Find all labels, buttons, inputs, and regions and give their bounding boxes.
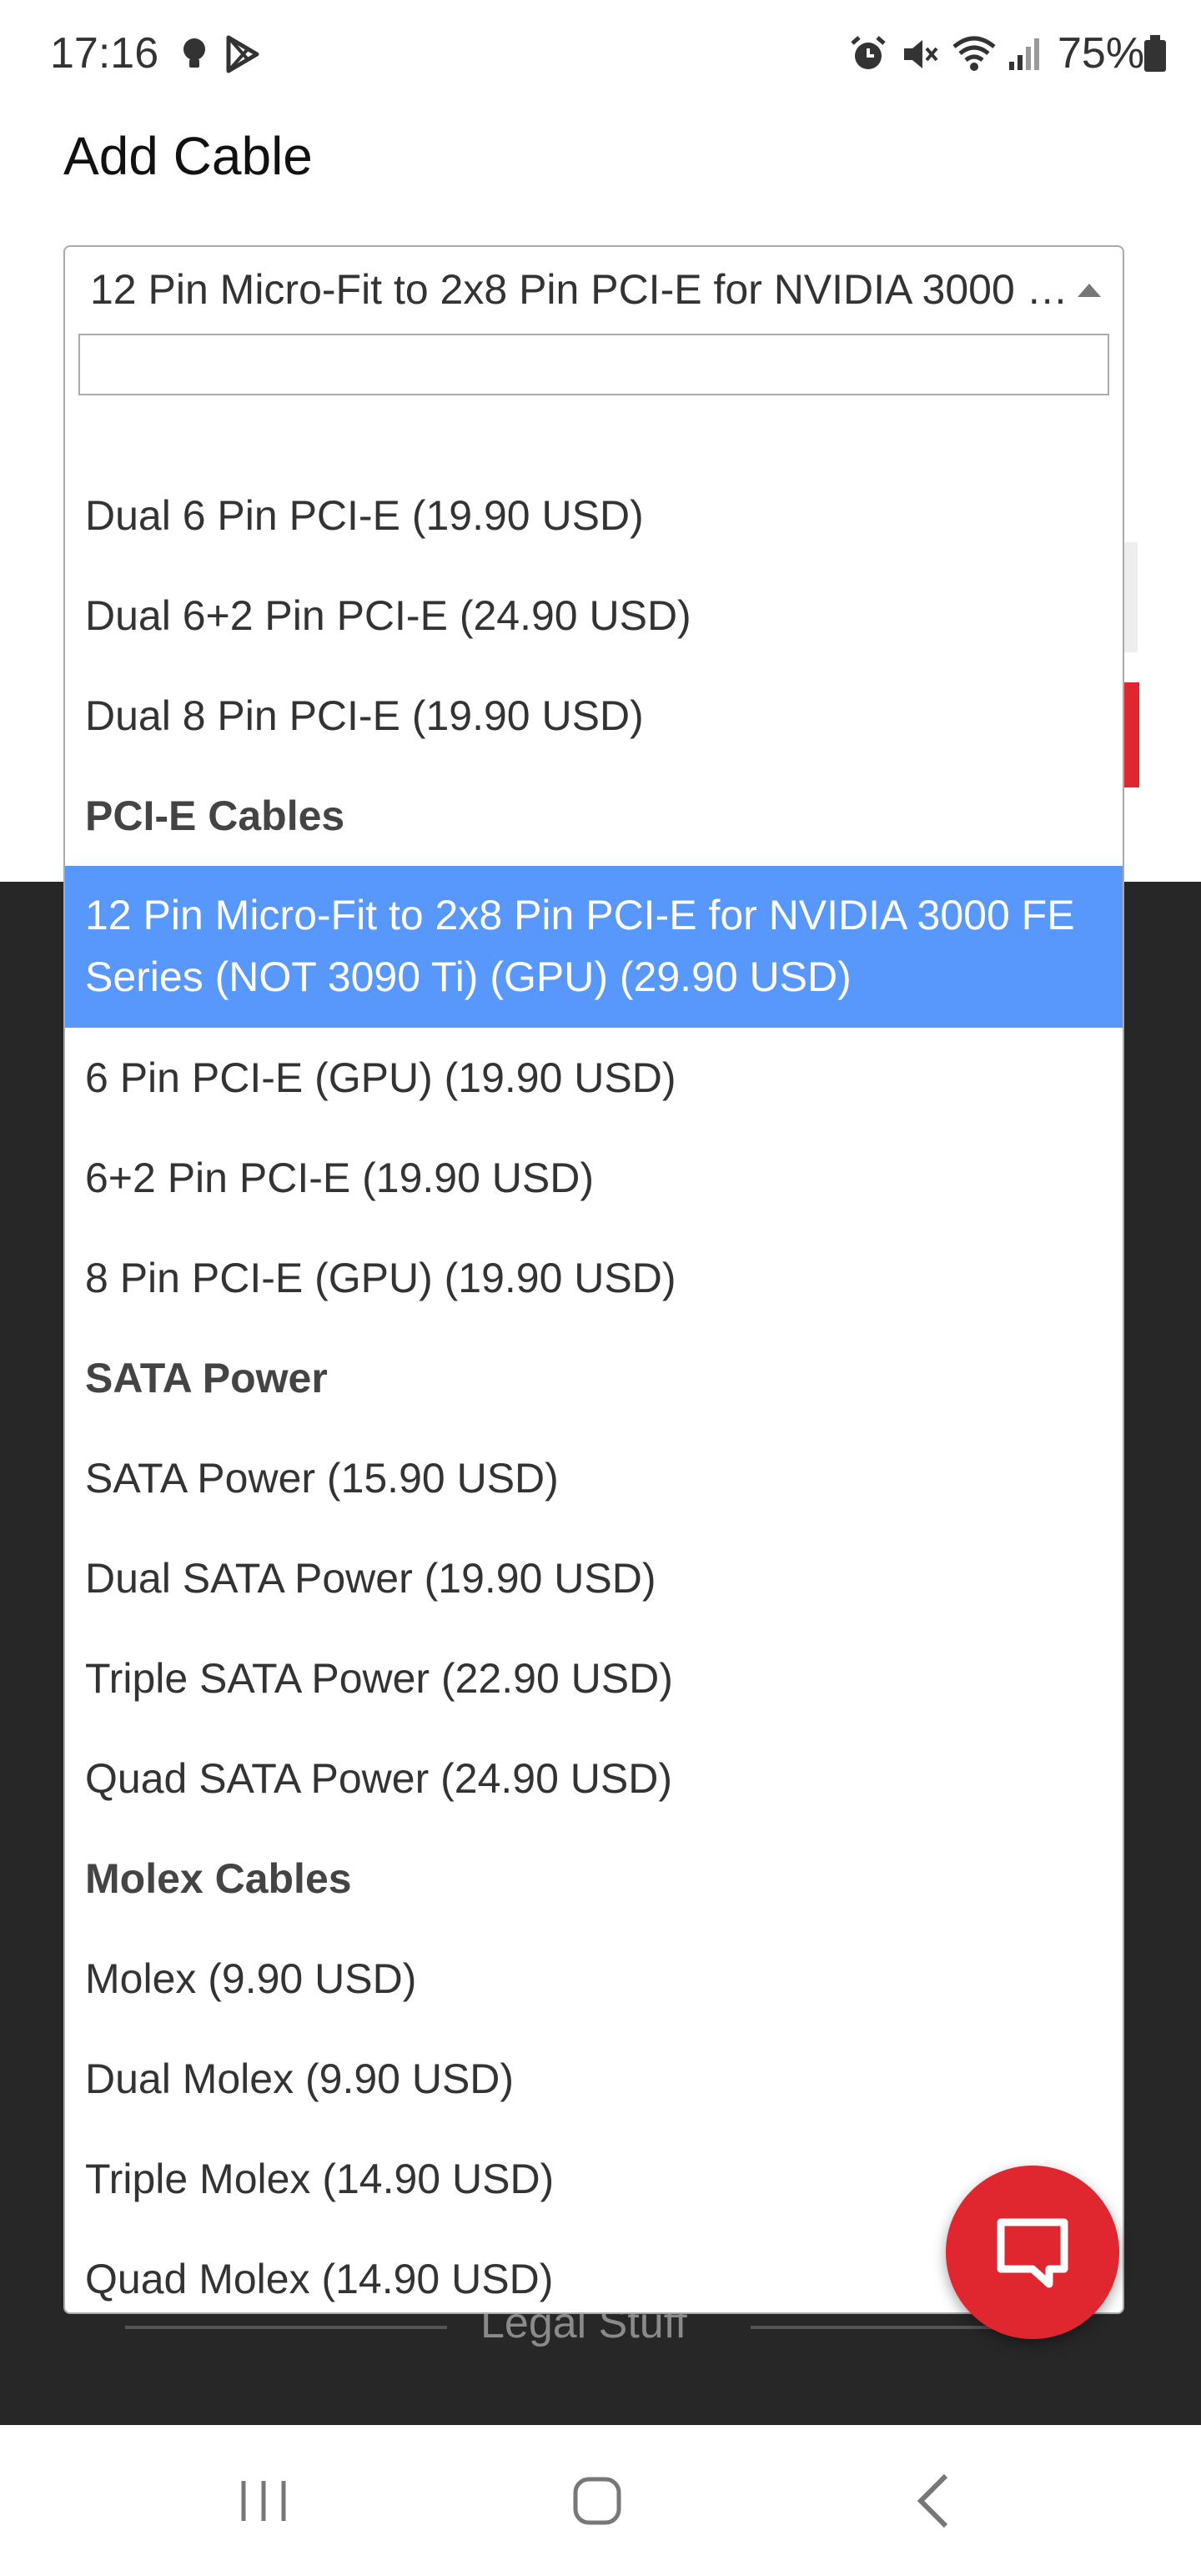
dropdown-option[interactable]: 12 Pin Micro-Fit to 2x8 Pin PCI-E for NV… [65, 866, 1123, 1028]
status-time: 17:16 [50, 29, 159, 78]
bulb-icon [173, 33, 215, 75]
background-field [1123, 542, 1138, 652]
home-icon[interactable] [555, 2459, 639, 2543]
dropdown-option[interactable]: 6 Pin PCI-E (GPU) (19.90 USD) [65, 1028, 1123, 1128]
chat-bubble-icon [997, 2218, 1068, 2288]
dropdown-option[interactable]: Dual Molex (9.90 USD) [65, 2029, 1123, 2129]
dropdown-option[interactable]: Molex (9.90 USD) [65, 1929, 1123, 2029]
dropdown-group-header: Molex Cables [85, 1855, 352, 1902]
system-nav-bar [0, 2426, 1201, 2576]
dropdown-option[interactable]: Dual 8 Pin PCI-E (19.90 USD) [65, 666, 1123, 766]
recent-apps-icon[interactable] [222, 2459, 305, 2543]
background-red-button [1123, 682, 1139, 787]
dropdown-group-header: SATA Power [85, 1355, 328, 1401]
dropdown-option[interactable]: Dual 6 Pin PCI-E (19.90 USD) [65, 465, 1123, 566]
dropdown-option[interactable]: Quad SATA Power (24.90 USD) [65, 1728, 1123, 1829]
footer-divider-left [125, 2326, 447, 2329]
mute-icon [899, 33, 941, 75]
status-bar: 17:16 75% [0, 0, 1201, 108]
dropdown-option[interactable]: SATA Power (15.90 USD) [65, 1428, 1123, 1528]
dropdown-option[interactable]: Dual SATA Power (19.90 USD) [65, 1528, 1123, 1628]
back-icon[interactable] [892, 2459, 976, 2543]
signal-icon [1008, 33, 1049, 75]
alarm-icon [847, 33, 889, 75]
select-selected-value[interactable]: 12 Pin Micro-Fit to 2x8 Pin PCI-E for NV… [90, 265, 1074, 314]
page-title: Add Cable [63, 126, 313, 186]
play-store-icon [222, 33, 264, 75]
dropdown-search-input[interactable] [78, 334, 1109, 395]
dropdown-option[interactable]: 8 Pin PCI-E (GPU) (19.90 USD) [65, 1228, 1123, 1328]
dropdown-group-header: PCI-E Cables [85, 792, 345, 839]
dropdown-option[interactable]: Triple SATA Power (22.90 USD) [65, 1628, 1123, 1728]
dropdown-option[interactable]: Dual 6+2 Pin PCI-E (24.90 USD) [65, 566, 1123, 666]
chat-button[interactable] [946, 2166, 1119, 2339]
wifi-icon [951, 33, 996, 75]
battery-percent: 75% [1058, 29, 1145, 78]
footer-divider-right [751, 2326, 1018, 2329]
dropdown-option[interactable]: 6+2 Pin PCI-E (19.90 USD) [65, 1128, 1123, 1228]
cable-select-dropdown[interactable]: 12 Pin Micro-Fit to 2x8 Pin PCI-E for NV… [63, 245, 1124, 2314]
battery-icon [1143, 33, 1184, 75]
dropdown-arrow-icon[interactable] [1078, 284, 1101, 297]
